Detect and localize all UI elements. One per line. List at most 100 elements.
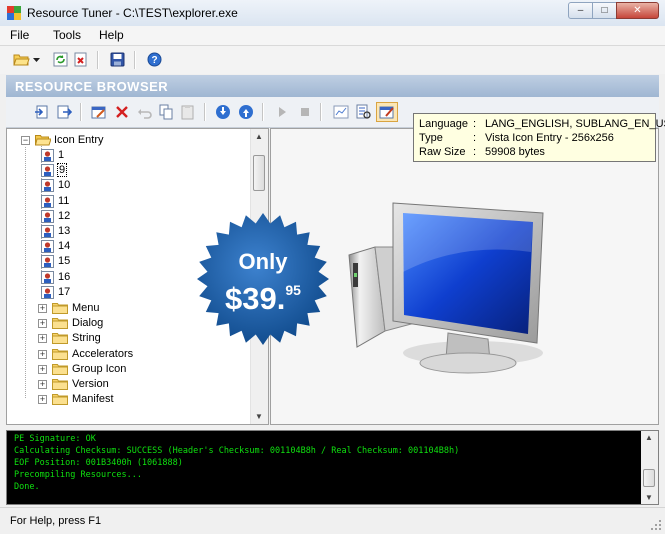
open-folder-icon[interactable] <box>12 50 31 69</box>
status-bar: For Help, press F1 <box>0 507 665 534</box>
icon-resource-icon <box>41 285 54 299</box>
collapse-toggle[interactable]: − <box>21 136 30 145</box>
tree-node-label: Icon Entry <box>54 134 104 146</box>
console-scrollbar[interactable]: ▲ ▼ <box>641 431 658 504</box>
chart-icon[interactable] <box>332 103 350 121</box>
close-button[interactable]: ✕ <box>616 2 659 19</box>
import-icon[interactable] <box>33 103 51 121</box>
up-circle-icon[interactable] <box>237 103 255 121</box>
tree-node-icon-entry-item[interactable]: 12 <box>41 209 161 224</box>
scroll-down-arrow-icon[interactable]: ▼ <box>255 412 263 421</box>
resource-browser-title: RESOURCE BROWSER <box>15 79 169 94</box>
tree-node-icon-entry-item[interactable]: 14 <box>41 239 161 254</box>
menu-file[interactable]: File <box>10 28 29 42</box>
icon-resource-icon <box>41 179 54 193</box>
menu-help[interactable]: Help <box>99 28 124 42</box>
copy-icon[interactable] <box>157 103 175 121</box>
tree-node-icon-entry-item[interactable]: 13 <box>41 224 161 239</box>
tree-node-label: Manifest <box>72 393 114 406</box>
status-text: For Help, press F1 <box>10 515 102 527</box>
tree-node-icon-entry-item[interactable]: 15 <box>41 254 161 269</box>
delete-icon[interactable] <box>113 103 131 121</box>
menu-bar: File Tools Help <box>0 26 665 46</box>
undo-icon[interactable] <box>136 103 154 121</box>
expand-toggle[interactable]: + <box>38 380 47 389</box>
tree-node-label: 11 <box>58 194 70 207</box>
tree-node-folder[interactable]: + String <box>19 331 219 346</box>
tree-node-icon-entry-item[interactable]: 9 <box>41 163 161 178</box>
delete-file-icon[interactable] <box>71 50 90 69</box>
folder-icon <box>52 363 68 375</box>
console-line: Precompiling Resources... <box>14 470 142 480</box>
save-icon[interactable] <box>108 50 127 69</box>
expand-toggle[interactable]: + <box>38 334 47 344</box>
output-console: PE Signature: OK Calculating Checksum: S… <box>6 430 659 505</box>
scroll-down-arrow-icon[interactable]: ▼ <box>645 493 653 502</box>
price-badge-text: Only $39.95 <box>196 250 330 315</box>
tooltip-row-type: Type: Vista Icon Entry - 256x256 <box>419 132 614 144</box>
scroll-up-arrow-icon[interactable]: ▲ <box>645 433 653 442</box>
down-circle-icon[interactable] <box>214 103 232 121</box>
tree-node-folder[interactable]: + Accelerators <box>19 347 219 362</box>
tree-node-label: String <box>72 332 101 345</box>
minimize-button[interactable]: – <box>568 2 593 19</box>
play-icon[interactable] <box>273 103 291 121</box>
folder-icon <box>52 333 68 345</box>
tree-node-folder[interactable]: + Dialog <box>19 316 219 331</box>
resource-info-tooltip: Language: LANG_ENGLISH, SUBLANG_EN_US Typ… <box>413 113 665 162</box>
expand-toggle[interactable]: + <box>38 395 47 405</box>
expand-toggle[interactable]: + <box>38 349 47 359</box>
expand-toggle[interactable]: + <box>38 364 47 374</box>
tree-node-icon-entry-item[interactable]: 11 <box>41 194 161 209</box>
refresh-icon[interactable] <box>51 50 70 69</box>
icon-resource-icon <box>41 255 54 269</box>
dropdown-arrow-icon[interactable] <box>31 50 41 69</box>
title-bar[interactable]: Resource Tuner - C:\TEST\explorer.exe – … <box>0 0 665 27</box>
tree-node-label: 12 <box>58 209 71 222</box>
folder-icon <box>52 379 68 390</box>
tree-node-label: 17 <box>58 285 71 298</box>
tree-node-label: Accelerators <box>72 347 134 360</box>
tree-node-icon-entry-item[interactable]: 1 <box>41 148 161 163</box>
tree-node-label: Version <box>72 378 109 390</box>
tree-node-label: 13 <box>58 225 71 237</box>
tree-node-folder[interactable]: + Menu <box>19 301 219 316</box>
icon-resource-icon <box>41 164 54 178</box>
tree-node-folder[interactable]: + Manifest <box>19 392 219 407</box>
icon-resource-icon <box>41 225 54 238</box>
tree-node-label: 16 <box>58 270 71 283</box>
menu-tools[interactable]: Tools <box>53 28 81 42</box>
console-line: Done. <box>14 482 40 492</box>
icon-resource-icon <box>41 240 54 254</box>
expand-toggle[interactable]: + <box>38 304 47 313</box>
console-line: EOF Position: 001B3400h (1061888) <box>14 458 183 468</box>
scroll-thumb[interactable] <box>643 469 655 487</box>
tree-node-folder[interactable]: + Group Icon <box>19 362 219 377</box>
tree-node-label: 9 <box>56 163 68 178</box>
scroll-thumb[interactable] <box>253 155 265 191</box>
scroll-up-arrow-icon[interactable]: ▲ <box>255 132 263 141</box>
expand-toggle[interactable]: + <box>38 319 47 329</box>
resize-grip-icon[interactable] <box>650 519 662 531</box>
help-icon[interactable]: ? <box>145 50 164 69</box>
svg-text:?: ? <box>151 55 157 66</box>
tree-node-icon-entry-item[interactable]: 16 <box>41 270 161 285</box>
window-title: Resource Tuner - C:\TEST\explorer.exe <box>27 6 238 20</box>
tree-node-icon-entry[interactable]: − Icon Entry <box>19 133 219 148</box>
maximize-button[interactable]: □ <box>592 2 617 19</box>
tree-node-icon-entry-item[interactable]: 10 <box>41 178 161 193</box>
paste-icon[interactable] <box>179 103 197 121</box>
export-icon[interactable] <box>55 103 73 121</box>
tree-node-folder[interactable]: + Version <box>19 377 219 392</box>
stop-icon[interactable] <box>296 103 314 121</box>
report-icon[interactable] <box>354 103 372 121</box>
tooltip-row-raw-size: Raw Size:59908 bytes <box>419 146 545 158</box>
properties-icon[interactable] <box>376 102 398 122</box>
tree-node-label: 15 <box>58 255 71 268</box>
folder-icon <box>52 318 68 330</box>
folder-icon <box>52 348 68 360</box>
icon-resource-icon <box>41 209 54 223</box>
edit-icon[interactable] <box>90 103 108 121</box>
tree-node-icon-entry-item[interactable]: 17 <box>41 285 161 300</box>
folder-icon <box>52 394 68 406</box>
